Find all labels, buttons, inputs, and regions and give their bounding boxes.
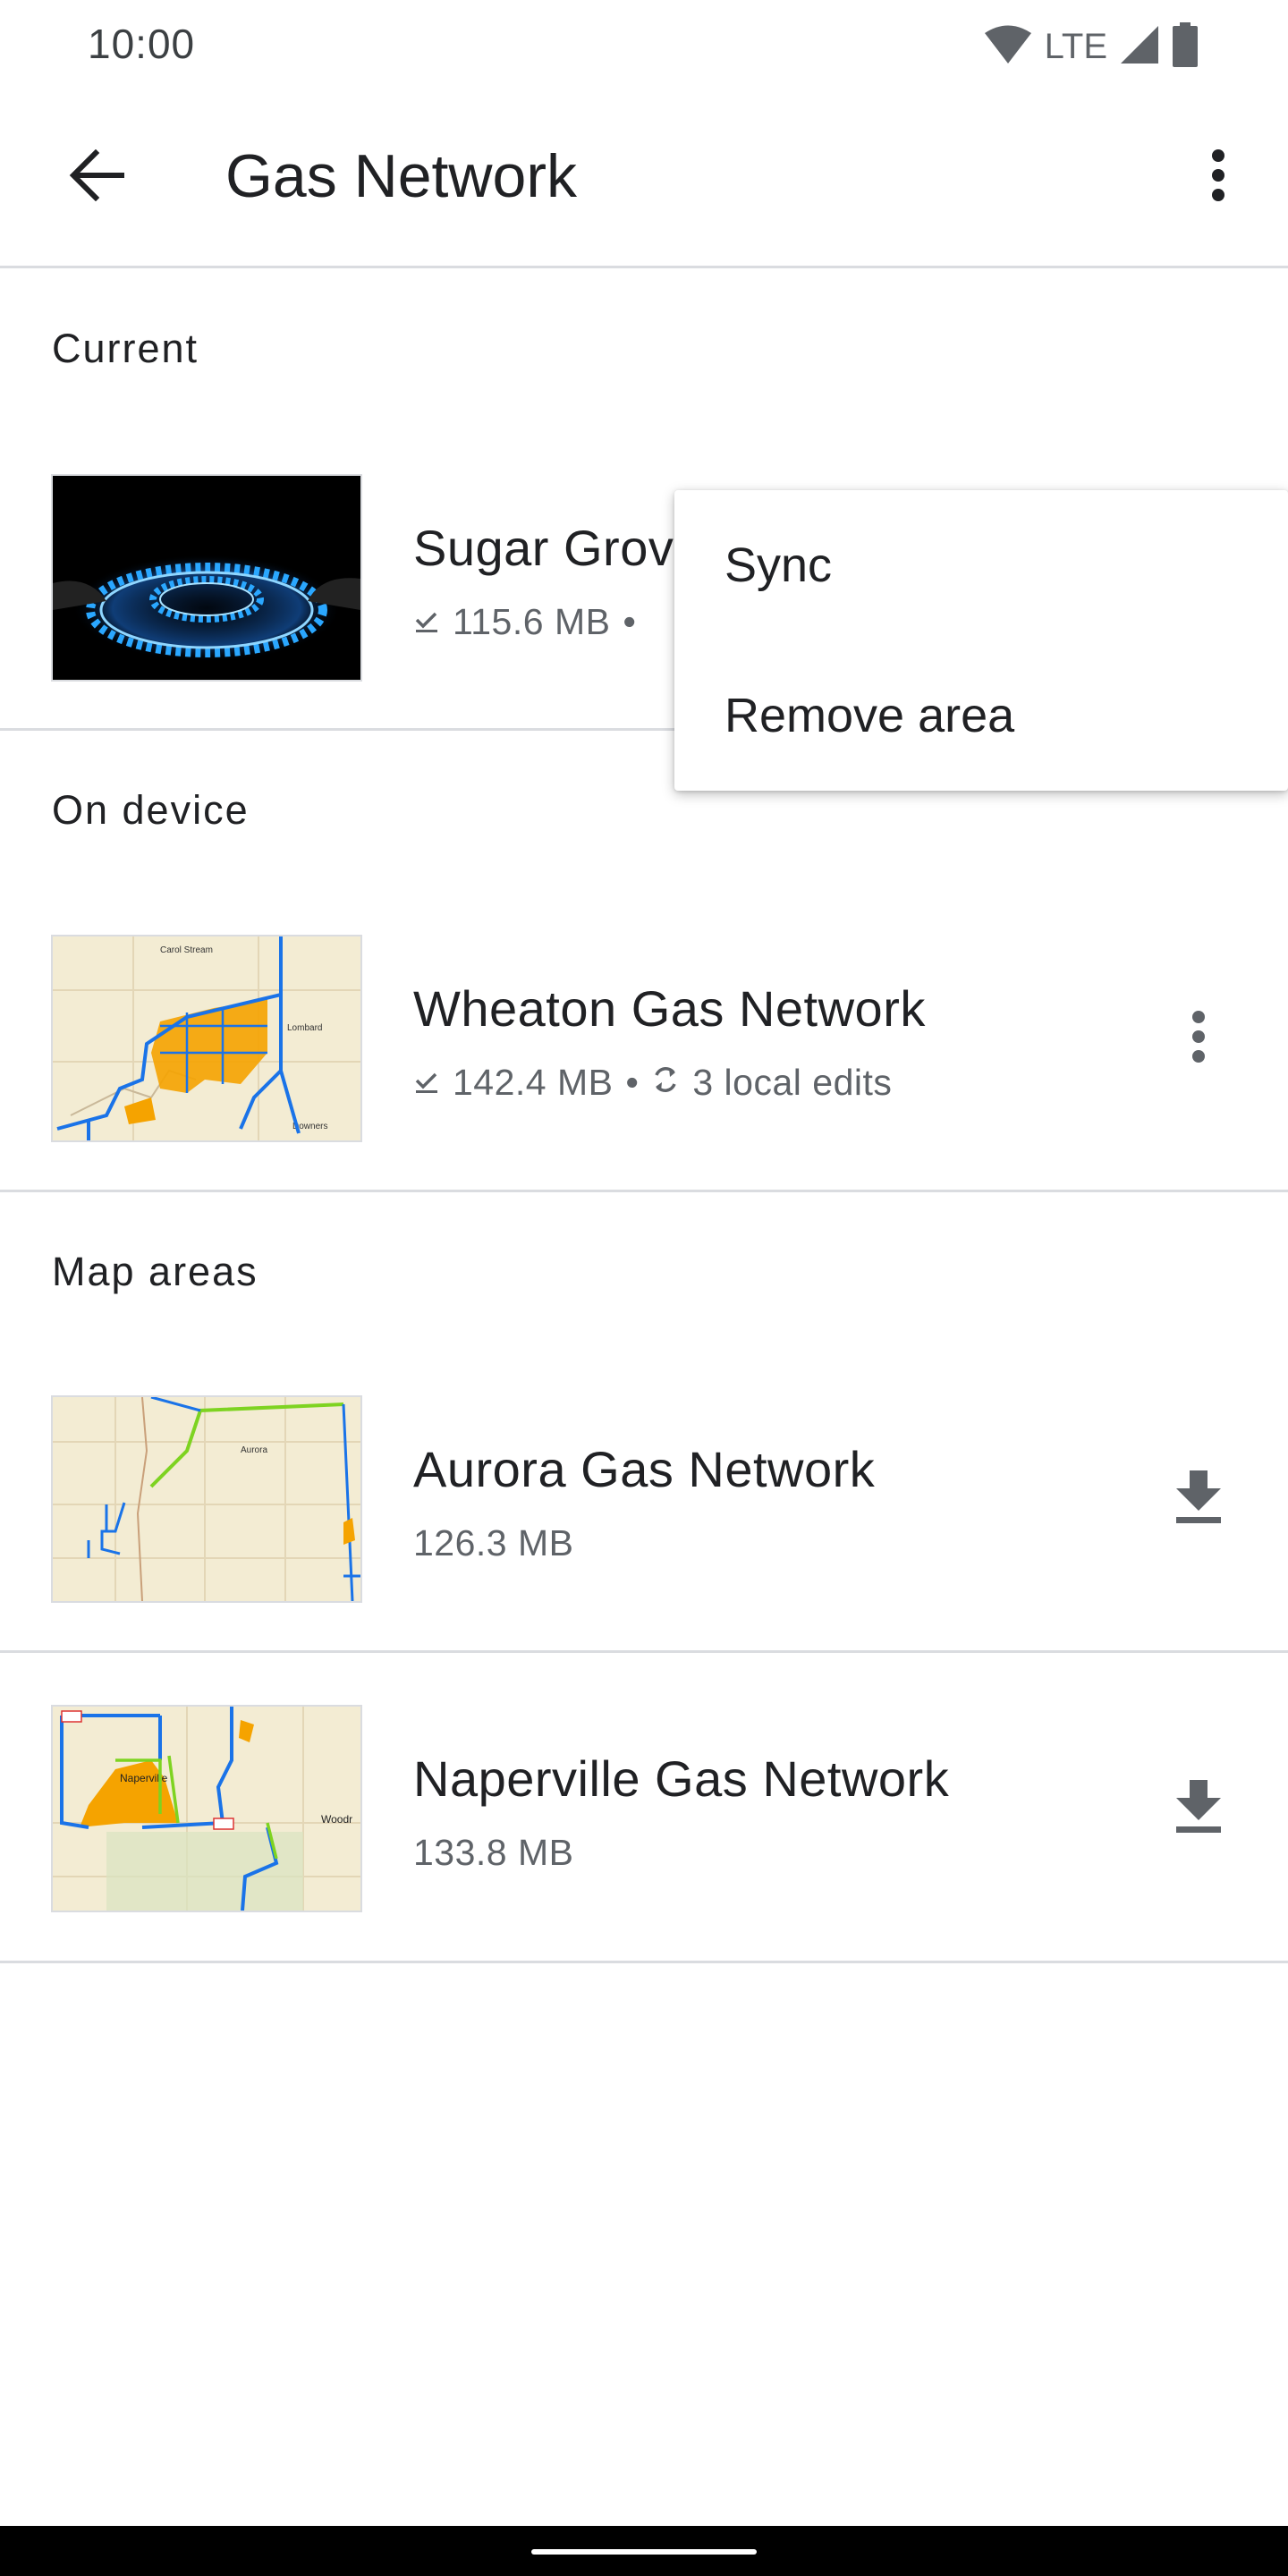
item-size: 115.6 MB (453, 601, 611, 642)
item-size: 133.8 MB (413, 1832, 574, 1873)
app-bar: Gas Network (0, 89, 1288, 268)
download-button[interactable] (1154, 1764, 1243, 1853)
more-vert-icon (1190, 1010, 1208, 1068)
divider (0, 1961, 1288, 1963)
list-item-on-device[interactable]: Carol Stream Lombard Downers Wheaton Gas… (0, 935, 1288, 1149)
item-title: Aurora Gas Network (413, 1441, 876, 1497)
item-title: Sugar Grove (413, 520, 702, 576)
section-header-on-device: On device (52, 787, 250, 833)
list-item-map-area[interactable]: Naperville Woodr Naperville Gas Network … (0, 1705, 1288, 1919)
status-time: 10:00 (88, 21, 196, 67)
more-vert-icon (1209, 148, 1227, 207)
gas-burner-flame-image (51, 474, 362, 682)
page-title: Gas Network (225, 142, 577, 210)
downloaded-check-icon (413, 1062, 440, 1104)
item-title: Naperville Gas Network (413, 1750, 950, 1807)
network-type: LTE (1044, 26, 1107, 66)
item-title: Wheaton Gas Network (413, 980, 926, 1037)
local-edits: 3 local edits (692, 1062, 893, 1103)
downloaded-check-icon (413, 601, 440, 643)
item-size: 126.3 MB (413, 1522, 574, 1563)
menu-item-sync[interactable]: Sync (674, 490, 1288, 640)
download-icon (1174, 1779, 1223, 1838)
home-gesture-handle[interactable] (531, 2549, 757, 2555)
download-icon (1174, 1470, 1223, 1529)
item-more-button[interactable] (1154, 994, 1243, 1083)
separator-dot: • (623, 601, 637, 642)
map-label: Woodr (321, 1813, 352, 1826)
back-button[interactable] (52, 132, 141, 222)
map-label: Carol Stream (160, 945, 213, 955)
divider (0, 1650, 1288, 1653)
battery-icon (1172, 21, 1199, 72)
map-label: Aurora (241, 1445, 267, 1455)
section-header-current: Current (52, 326, 199, 371)
popup-menu: Sync Remove area (674, 490, 1288, 791)
system-nav-bar (0, 2526, 1288, 2576)
map-label: Lombard (287, 1023, 322, 1033)
aurora-map-thumbnail: Aurora (51, 1395, 362, 1603)
item-size: 142.4 MB (453, 1062, 614, 1103)
divider (0, 1190, 1288, 1192)
wheaton-map-thumbnail: Carol Stream Lombard Downers (51, 935, 362, 1142)
download-button[interactable] (1154, 1454, 1243, 1544)
list-item-map-area[interactable]: Aurora Aurora Gas Network 126.3 MB (0, 1395, 1288, 1610)
wifi-icon (984, 25, 1032, 69)
item-subtitle: 142.4 MB • 3 local edits (413, 1062, 892, 1104)
section-header-map-areas: Map areas (52, 1249, 258, 1294)
separator-dot: • (625, 1062, 640, 1103)
naperville-map-thumbnail: Naperville Woodr (51, 1705, 362, 1912)
arrow-back-icon (69, 148, 125, 206)
overflow-menu-button[interactable] (1174, 132, 1263, 222)
sync-icon (651, 1062, 680, 1104)
status-bar: 10:00 LTE (0, 0, 1288, 89)
cell-signal-icon (1120, 25, 1159, 69)
item-subtitle: 115.6 MB • (413, 601, 636, 643)
status-icons: LTE (984, 21, 1199, 72)
menu-item-remove-area[interactable]: Remove area (674, 640, 1288, 791)
